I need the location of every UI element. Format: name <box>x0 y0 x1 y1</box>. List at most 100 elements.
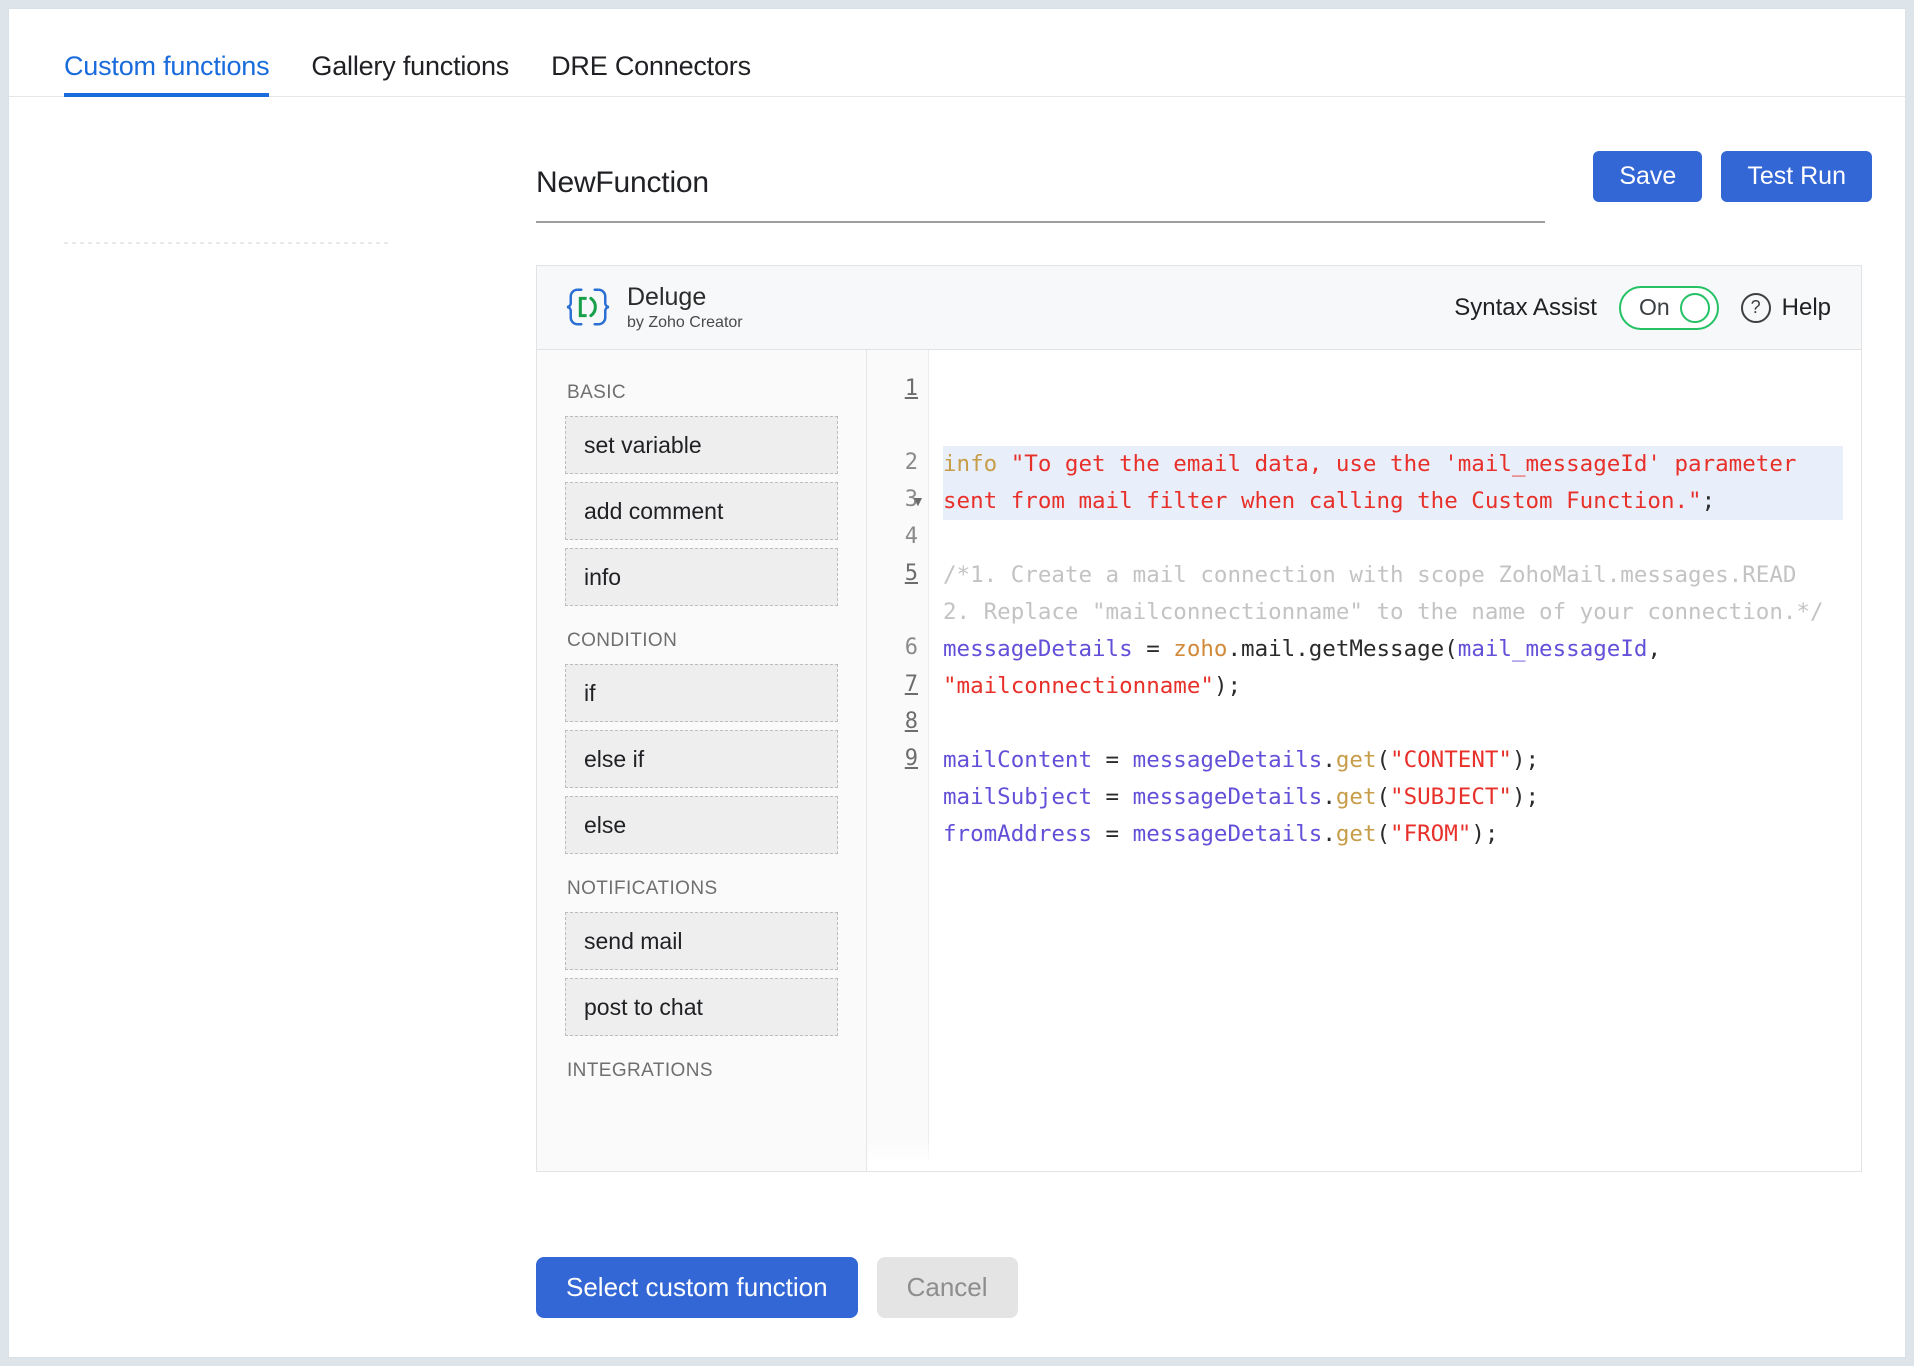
code-token: ); <box>1214 673 1241 699</box>
header-actions: Save Test Run <box>1593 151 1872 202</box>
snippet-group: INTEGRATIONS <box>565 1060 838 1082</box>
code-token: ( <box>1377 821 1391 847</box>
tab-label: Custom functions <box>64 51 269 81</box>
line-number: 4 <box>905 524 918 549</box>
snippet-block[interactable]: info <box>565 548 838 606</box>
tab-dre-connectors[interactable]: DRE Connectors <box>551 51 751 96</box>
snippet-block[interactable]: add comment <box>565 482 838 540</box>
code-token: ( <box>1377 747 1391 773</box>
code-token: "FROM" <box>1390 821 1471 847</box>
editor-split: BASIC set variable add comment info CONDITIO… <box>537 350 1861 1171</box>
code-token: messageDetails <box>1133 821 1323 847</box>
line-number: 1 <box>905 376 918 401</box>
editor-toolbar: Deluge by Zoho Creator Syntax Assist On … <box>537 266 1861 350</box>
code-token: get <box>1336 784 1377 810</box>
main-content: NewFunction Save Test Run <box>536 145 1862 1172</box>
line-number: 2 <box>905 450 918 475</box>
snippet-sidebar[interactable]: BASIC set variable add comment info CONDITIO… <box>537 350 867 1171</box>
code-token: get <box>1336 821 1377 847</box>
help-label: Help <box>1782 294 1831 322</box>
brand-subtitle: by Zoho Creator <box>627 314 743 332</box>
code-line: fromAddress = messageDetails.get("FROM")… <box>943 816 1843 853</box>
code-token: zoho <box>1173 636 1227 662</box>
code-token: fromAddress <box>943 821 1092 847</box>
code-fold-toggle-icon[interactable]: ▼ <box>911 493 925 509</box>
save-button[interactable]: Save <box>1593 151 1702 202</box>
line-number: 5 <box>905 561 918 586</box>
code-token: /*1. Create a mail connection with scope… <box>943 562 1796 588</box>
question-mark-icon: ? <box>1741 293 1771 323</box>
footer-actions: Select custom function Cancel <box>536 1257 1018 1318</box>
code-token: , <box>1647 636 1674 662</box>
code-token: "mailconnectionname" <box>943 673 1214 699</box>
snippet-group: BASIC set variable add comment info <box>565 382 838 606</box>
line-number: 9 <box>905 746 918 771</box>
app-window: Custom functions Gallery functions DRE C… <box>8 8 1906 1358</box>
code-token: = <box>1092 821 1133 847</box>
code-line <box>943 520 1843 557</box>
page-title: NewFunction <box>536 166 709 200</box>
syntax-assist-toggle[interactable]: On <box>1619 286 1719 330</box>
code-area: 123▼456789 info "To get the email data, … <box>867 350 1861 1171</box>
snippet-block[interactable]: send mail <box>565 912 838 970</box>
snippet-group-title: CONDITION <box>567 630 838 652</box>
code-token: "SUBJECT" <box>1390 784 1512 810</box>
snippet-group-title: NOTIFICATIONS <box>567 878 838 900</box>
snippet-group-title: BASIC <box>567 382 838 404</box>
editor-toolbar-right: Syntax Assist On ? Help <box>1454 286 1831 330</box>
code-token: ; <box>1702 488 1716 514</box>
dotted-divider <box>64 242 391 244</box>
tab-gallery-functions[interactable]: Gallery functions <box>311 51 509 96</box>
code-token: mail_messageId <box>1458 636 1648 662</box>
snippet-block[interactable]: post to chat <box>565 978 838 1036</box>
snippet-block[interactable]: else if <box>565 730 838 788</box>
code-token: = <box>1092 784 1133 810</box>
snippet-block[interactable]: if <box>565 664 838 722</box>
deluge-logo-icon <box>565 284 611 330</box>
code-token: mailSubject <box>943 784 1092 810</box>
brand-name: Deluge <box>627 283 743 312</box>
select-custom-function-button[interactable]: Select custom function <box>536 1257 858 1318</box>
code-line <box>943 705 1843 742</box>
code-line: messageDetails = zoho.mail.getMessage(ma… <box>943 631 1843 705</box>
cancel-button[interactable]: Cancel <box>877 1257 1018 1318</box>
snippet-block[interactable]: else <box>565 796 838 854</box>
syntax-assist-state: On <box>1639 294 1670 321</box>
syntax-assist-label: Syntax Assist <box>1454 294 1597 322</box>
code-token: info <box>943 451 1011 477</box>
code-token: mailContent <box>943 747 1092 773</box>
code-token: = <box>1133 636 1174 662</box>
code-token: ( <box>1377 784 1391 810</box>
snippet-group: CONDITION if else if else <box>565 630 838 854</box>
code-token: = <box>1092 747 1133 773</box>
snippet-group-title: INTEGRATIONS <box>567 1060 838 1082</box>
code-line: mailSubject = messageDetails.get("SUBJEC… <box>943 779 1843 816</box>
line-number: 6 <box>905 635 918 660</box>
code-token: . <box>1322 821 1336 847</box>
code-token: .mail.getMessage( <box>1227 636 1457 662</box>
code-token: ); <box>1512 784 1539 810</box>
test-run-button[interactable]: Test Run <box>1721 151 1872 202</box>
deluge-brand: Deluge by Zoho Creator <box>565 283 743 332</box>
code-token: 2. Replace "mailconnectionname" to the n… <box>943 599 1824 625</box>
body-area: NewFunction Save Test Run <box>9 97 1905 1357</box>
code-token: get <box>1336 747 1377 773</box>
code-token: . <box>1322 784 1336 810</box>
code-editor[interactable]: info "To get the email data, use the 'ma… <box>929 350 1861 1171</box>
toggle-knob-icon <box>1680 293 1710 323</box>
code-token: ); <box>1471 821 1498 847</box>
line-number-gutter: 123▼456789 <box>867 350 929 1171</box>
code-line: mailContent = messageDetails.get("CONTEN… <box>943 742 1843 779</box>
code-token: "To get the email data, use the 'mail_me… <box>943 451 1810 514</box>
line-number: 8 <box>905 709 918 734</box>
snippet-block[interactable]: set variable <box>565 416 838 474</box>
code-line: info "To get the email data, use the 'ma… <box>943 446 1843 520</box>
tab-custom-functions[interactable]: Custom functions <box>64 51 269 96</box>
help-button[interactable]: ? Help <box>1741 293 1831 323</box>
function-title-row: NewFunction Save Test Run <box>536 145 1545 223</box>
code-token: messageDetails <box>943 636 1133 662</box>
tab-label: Gallery functions <box>311 51 509 81</box>
code-line: /*1. Create a mail connection with scope… <box>943 557 1843 594</box>
code-token: messageDetails <box>1133 784 1323 810</box>
brand-text: Deluge by Zoho Creator <box>627 283 743 332</box>
